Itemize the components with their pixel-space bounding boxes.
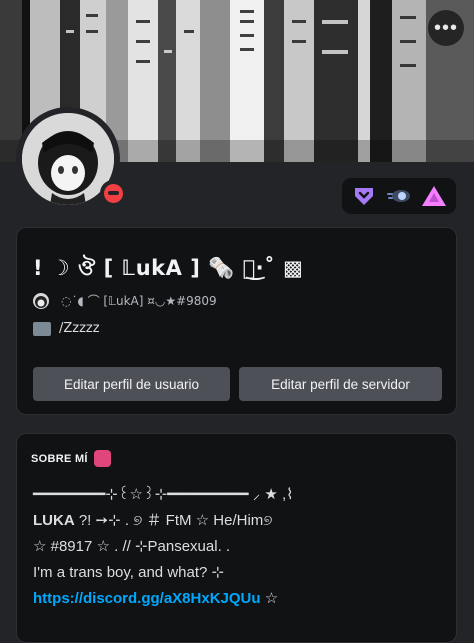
discord-invite-link[interactable]: https://discord.gg/aX8HxKJQUu <box>33 590 261 607</box>
bio-link-suffix: ☆ <box>260 590 279 607</box>
bio-line-statement: I'm a trans boy, and what? ⊹ <box>33 564 225 581</box>
hypesquad-balance-icon[interactable] <box>421 183 447 209</box>
bio-intro-rest: ?! ➙⊹ . ୭ ＃ FtM ☆ He/Him୭ <box>74 512 273 529</box>
server-boost-icon[interactable] <box>386 183 412 209</box>
nitro-icon[interactable] <box>351 183 377 209</box>
display-name: ! ☽ ঔ [ 𝕃ukA ] 🗞️ ꒰͜·˚ ▩ <box>33 256 304 280</box>
avatar-frame <box>16 107 126 211</box>
custom-status-emoji-icon <box>33 321 51 336</box>
about-me-title: SOBRE MÍ <box>31 452 88 465</box>
more-options-button[interactable]: ••• <box>428 10 464 46</box>
custom-status-row: /Zzzzz <box>33 321 100 336</box>
about-me-card: SOBRE MÍ ━━━━━━━━⊹꒰☆꒱⊹━━━━━━━━━ ⸝ ★ ,⌇ L… <box>16 433 457 643</box>
username-tag[interactable]: ◌˙◖ ⌒ [𝕃ukA] ¤◡★#9809 <box>61 292 217 309</box>
custom-status-text: /Zzzzz <box>59 321 100 336</box>
username-tag-row: ◌˙◖ ⌒ [𝕃ukA] ¤◡★#9809 <box>33 292 217 309</box>
edit-server-profile-button[interactable]: Editar perfil de servidor <box>239 367 442 401</box>
bio-line-intro: LUKA ?! ➙⊹ . ୭ ＃ FtM ☆ He/Him୭ <box>33 508 443 534</box>
profile-info-card: ! ☽ ঔ [ 𝕃ukA ] 🗞️ ꒰͜·˚ ▩ ◌˙◖ ⌒ [𝕃ukA] ¤◡… <box>16 227 457 415</box>
about-me-emoji-icon <box>93 450 111 467</box>
edit-user-profile-button[interactable]: Editar perfil de usuario <box>33 367 230 401</box>
mini-avatar <box>33 292 49 309</box>
about-me-text: ━━━━━━━━⊹꒰☆꒱⊹━━━━━━━━━ ⸝ ★ ,⌇ LUKA ?! ➙⊹… <box>33 482 443 612</box>
bio-name: LUKA <box>33 512 75 529</box>
bio-line-number: ☆ #8917 ☆ . // ⊹Pansexual. . <box>33 538 231 555</box>
status-dnd-indicator <box>100 180 126 206</box>
about-me-header: SOBRE MÍ <box>31 450 111 467</box>
bio-line-link: https://discord.gg/aX8HxKJQUu ☆ <box>33 586 443 612</box>
badges-bar <box>342 178 456 214</box>
bio-divider: ━━━━━━━━⊹꒰☆꒱⊹━━━━━━━━━ ⸝ ★ ,⌇ <box>33 486 294 503</box>
